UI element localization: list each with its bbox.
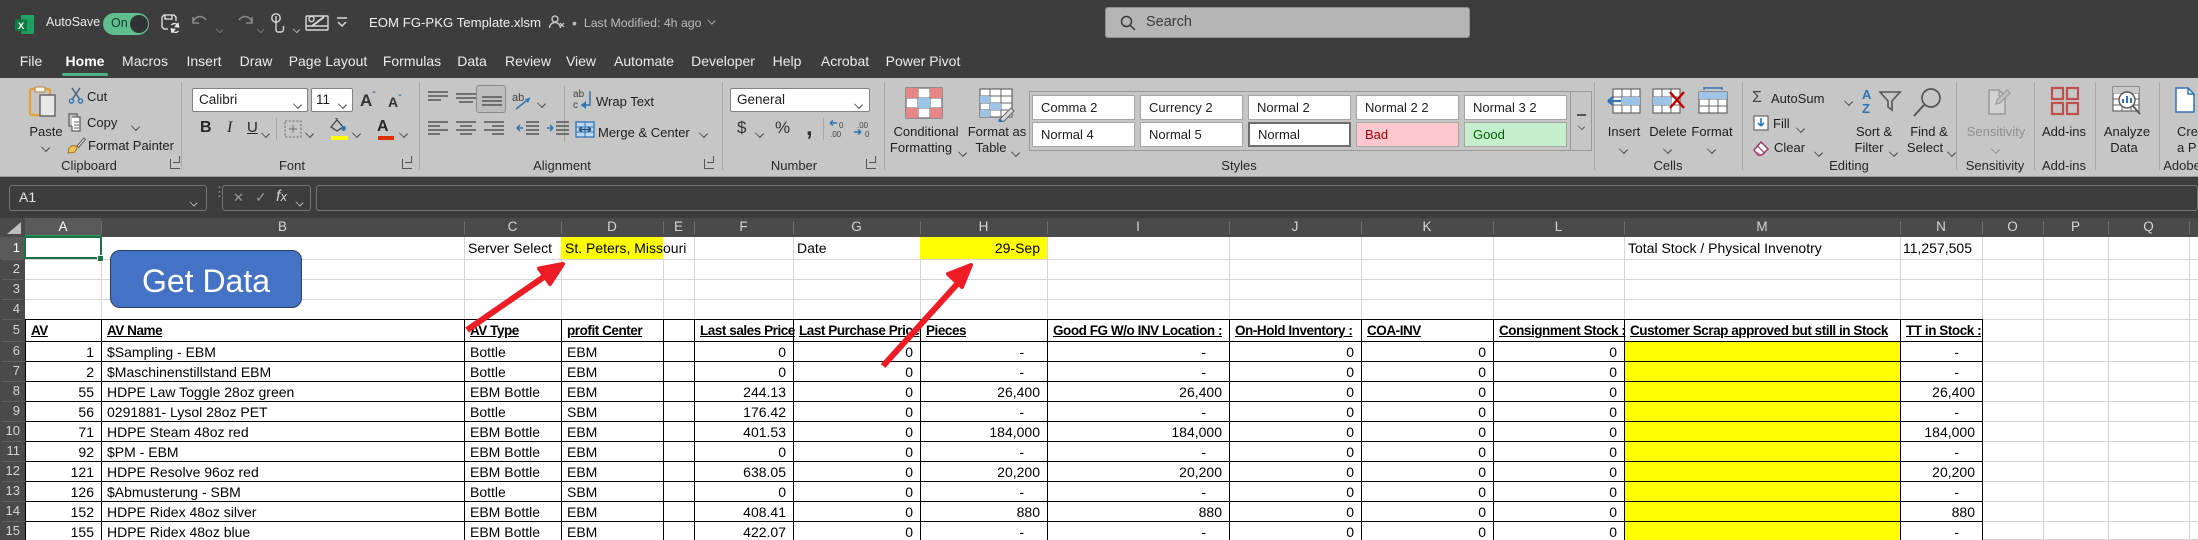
- svg-text:X: X: [18, 21, 25, 32]
- svg-text:0: 0: [839, 121, 844, 130]
- svg-text:.00: .00: [830, 130, 842, 138]
- svg-text:ab: ab: [512, 92, 524, 104]
- svg-text:ab: ab: [573, 89, 585, 100]
- svg-text:.00: .00: [857, 121, 869, 130]
- svg-text:c: c: [573, 100, 578, 110]
- svg-text:0: 0: [865, 130, 870, 138]
